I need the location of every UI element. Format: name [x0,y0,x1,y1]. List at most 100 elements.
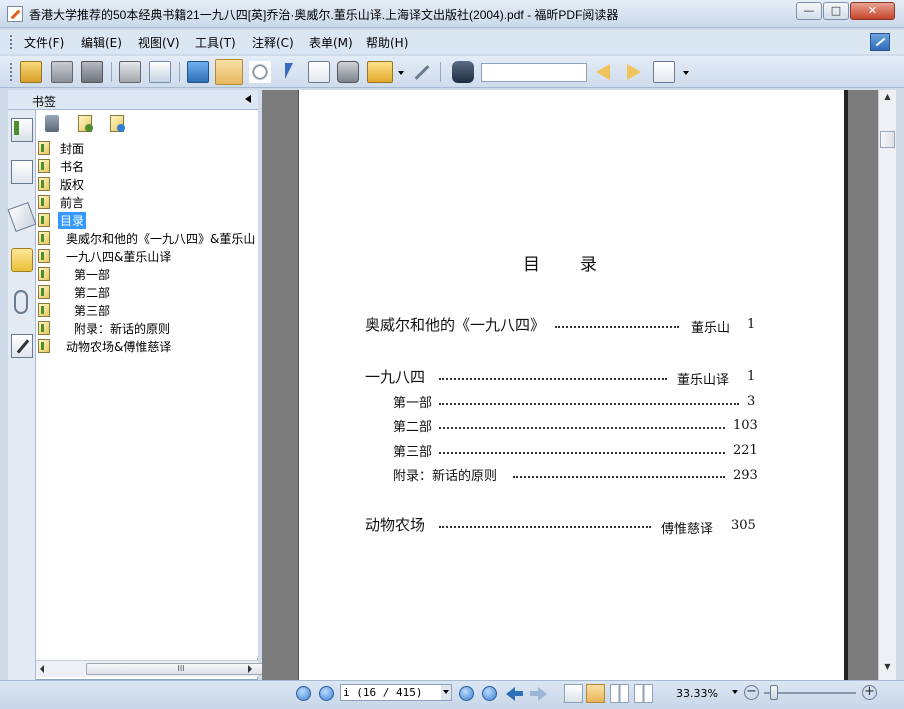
add-bookmark-icon[interactable] [78,115,93,132]
search-input[interactable] [481,63,587,82]
bookmark-horizontal-scrollbar[interactable]: III [36,660,276,677]
rms-lock-icon[interactable] [367,61,393,83]
toolbar-separator [440,62,441,82]
back-arrow-icon[interactable] [506,686,523,701]
side-tab-strip [8,110,36,680]
text-select-icon[interactable] [308,61,330,83]
bookmark-icon [38,177,50,191]
hand-tool-icon[interactable] [215,59,243,85]
menu-tools[interactable]: 工具(T) [195,34,236,51]
delete-bookmark-icon[interactable] [45,115,59,132]
search-options-dropdown-icon[interactable] [683,71,689,75]
toc-entry-title: 附录：新话的原则 [393,469,498,484]
fullscreen-icon[interactable] [187,61,209,83]
menu-edit[interactable]: 编辑(E) [81,34,122,51]
zoom-tool-icon[interactable] [249,61,271,83]
search-options-icon[interactable] [653,61,675,83]
last-page-icon[interactable] [482,686,497,701]
bookmark-item[interactable]: 版权 [38,175,86,193]
menu-view[interactable]: 视图(V) [138,34,180,51]
toc-entry-page: 293 [733,468,758,483]
document-vertical-scrollbar[interactable] [878,90,896,680]
zoom-out-icon[interactable]: − [744,685,759,700]
page-dropdown-icon[interactable] [441,685,451,700]
email-icon[interactable] [149,61,171,83]
zoom-slider-thumb[interactable] [770,685,778,700]
menu-comment[interactable]: 注释(C) [252,34,294,51]
single-page-view-icon[interactable] [564,684,583,703]
bookmarks-header: 书签 [8,90,258,110]
sign-icon[interactable] [410,61,432,83]
toc-leader-dots [439,427,725,429]
select-arrow-icon[interactable] [279,61,301,83]
maximize-button[interactable]: □ [823,2,849,20]
zoom-level[interactable]: 33.33% [676,687,718,700]
menu-form[interactable]: 表单(M) [309,34,353,51]
signatures-tab-icon[interactable] [11,334,33,358]
bookmark-item[interactable]: 一九八四&董乐山译 [38,247,173,265]
zoom-dropdown-icon[interactable] [732,690,738,694]
rms-dropdown-icon[interactable] [398,71,404,75]
previous-page-icon[interactable] [319,686,334,701]
minimize-button[interactable]: — [796,2,822,20]
continuous-view-icon[interactable] [586,684,605,703]
forward-arrow-icon[interactable] [530,686,547,701]
close-button[interactable]: ✕ [850,2,895,20]
toc-heading: 目 录 [523,255,599,275]
save-icon[interactable] [51,61,73,83]
open-icon[interactable] [20,61,42,83]
toc-leader-dots [439,378,667,380]
pdf-page: 目 录 奥威尔和他的《一九八四》 董乐山 1 一九八四 董乐山译 1 第一部 3… [298,90,844,680]
print-icon[interactable] [119,61,141,83]
scroll-left-icon[interactable] [40,665,44,673]
page-number-input[interactable]: i (16 / 415) [340,684,452,701]
search-prev-icon[interactable] [593,61,615,83]
bookmark-item[interactable]: 封面 [38,139,86,157]
collapse-panel-icon[interactable] [244,93,254,105]
find-binoculars-icon[interactable] [452,61,474,83]
bookmark-item[interactable]: 第三部 [38,301,112,319]
toc-entry-page: 1 [747,317,756,332]
toc-entry-page: 221 [733,443,758,458]
bookmark-item[interactable]: 附录：新话的原则 [38,319,172,337]
toc-entry-author: 傅惟慈译 [661,522,714,537]
comments-tab-icon[interactable] [11,248,33,272]
scroll-down-icon[interactable]: ▼ [880,662,895,676]
restore-panel-icon[interactable] [870,33,890,51]
toc-leader-dots [513,476,725,478]
menu-help[interactable]: 帮助(H) [366,34,408,51]
toc-entry-author: 董乐山 [691,321,731,336]
bookmark-item[interactable]: 奥威尔和他的《一九八四》&董乐山 [38,229,257,247]
scrollbar-thumb[interactable] [880,131,895,148]
save-as-icon[interactable] [81,61,103,83]
menu-file[interactable]: 文件(F) [24,34,64,51]
bookmark-item[interactable]: 第二部 [38,283,112,301]
bookmark-item-selected[interactable]: 目录 [38,211,87,229]
next-page-icon[interactable] [459,686,474,701]
scroll-right-icon[interactable] [248,665,252,673]
bookmark-item[interactable]: 书名 [38,157,86,175]
search-next-icon[interactable] [622,61,644,83]
bookmarks-tab-icon[interactable] [11,118,33,142]
bookmark-item[interactable]: 第一部 [38,265,112,283]
bookmarks-title: 书签 [32,95,57,109]
toc-leader-dots [439,403,739,405]
continuous-facing-view-icon[interactable] [634,684,653,703]
window-title: 香港大学推荐的50本经典书籍21一九八四[英]乔治·奥威尔.董乐山译.上海译文出… [29,8,619,22]
attachments-tab-icon[interactable] [14,290,28,314]
scroll-up-icon[interactable]: ▲ [880,92,895,106]
snapshot-icon[interactable] [337,61,359,83]
zoom-in-icon[interactable]: + [862,685,877,700]
first-page-icon[interactable] [296,686,311,701]
toc-entry-page: 305 [731,518,756,533]
bookmark-tools [36,110,258,140]
bookmark-item[interactable]: 前言 [38,193,86,211]
add-child-bookmark-icon[interactable] [110,115,125,132]
bookmark-icon [38,321,50,335]
pages-tab-icon[interactable] [11,160,33,184]
toc-leader-dots [555,326,679,328]
facing-view-icon[interactable] [610,684,629,703]
toc-leader-dots [439,452,725,454]
bookmark-icon [38,267,50,281]
bookmark-item[interactable]: 动物农场&傅惟慈译 [38,337,173,355]
